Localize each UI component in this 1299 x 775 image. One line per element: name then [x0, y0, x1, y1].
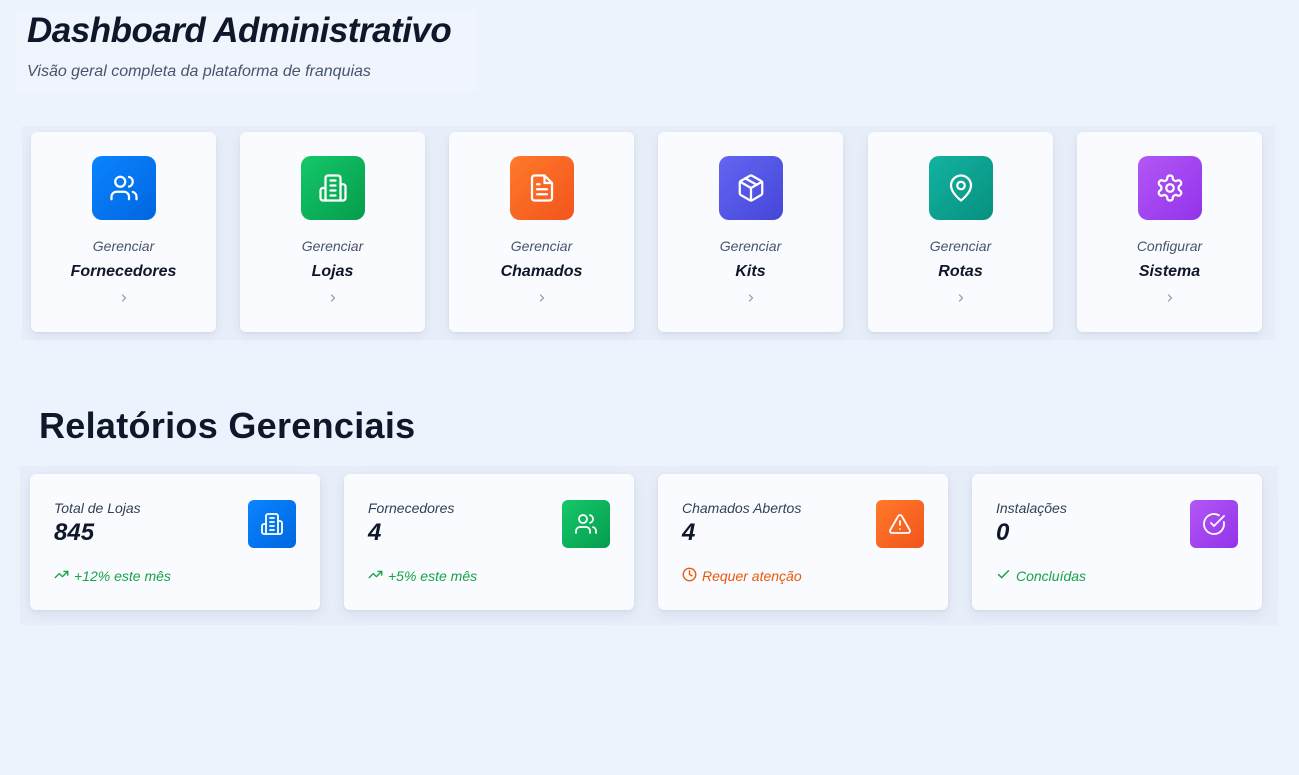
- clock-icon: [682, 567, 697, 585]
- configure-system-card[interactable]: Configurar Sistema: [1077, 132, 1262, 332]
- chevron-right-icon: [868, 291, 1053, 305]
- stat-value: 845: [54, 519, 95, 546]
- stat-label: Fornecedores: [368, 500, 455, 516]
- map-pin-icon: [928, 156, 993, 220]
- alert-triangle-icon: [876, 500, 924, 548]
- stat-status: Requer atenção: [682, 567, 802, 585]
- suppliers-stat-card: Fornecedores 4 +5% este mês: [344, 474, 634, 610]
- action-target: Chamados: [500, 263, 583, 280]
- settings-icon: [1137, 156, 1202, 220]
- action-verb: Configurar: [1136, 238, 1203, 254]
- chevron-right-icon: [449, 291, 634, 305]
- page-title: Dashboard Administrativo: [27, 11, 452, 50]
- stat-value: 4: [368, 519, 382, 546]
- action-target: Sistema: [1138, 263, 1201, 280]
- action-verb: Gerenciar: [510, 238, 573, 254]
- trending-up-icon: [368, 567, 383, 585]
- users-icon: [562, 500, 610, 548]
- stat-label: Total de Lojas: [54, 500, 141, 516]
- action-verb: Gerenciar: [719, 238, 782, 254]
- action-target: Kits: [735, 263, 766, 280]
- installations-stat-card: Instalações 0 Concluídas: [972, 474, 1262, 610]
- stat-status-text: Requer atenção: [702, 568, 802, 584]
- action-target: Lojas: [311, 263, 354, 280]
- action-verb: Gerenciar: [929, 238, 992, 254]
- building-icon: [300, 156, 365, 220]
- stat-value: 4: [682, 519, 696, 546]
- manage-routes-card[interactable]: Gerenciar Rotas: [868, 132, 1053, 332]
- stat-value: 0: [996, 519, 1010, 546]
- trending-up-icon: [54, 567, 69, 585]
- manage-tickets-card[interactable]: Gerenciar Chamados: [449, 132, 634, 332]
- chevron-right-icon: [658, 291, 843, 305]
- users-icon: [91, 156, 156, 220]
- total-stores-stat-card: Total de Lojas 845 +12% este mês: [30, 474, 320, 610]
- action-target: Fornecedores: [70, 263, 177, 280]
- file-text-icon: [509, 156, 574, 220]
- manage-suppliers-card[interactable]: Gerenciar Fornecedores: [31, 132, 216, 332]
- chevron-right-icon: [1077, 291, 1262, 305]
- page-header: Dashboard Administrativo Visão geral com…: [15, 10, 477, 92]
- check-icon: [996, 567, 1011, 585]
- stat-trend: +12% este mês: [54, 567, 171, 585]
- action-target: Rotas: [938, 263, 983, 280]
- check-circle-icon: [1190, 500, 1238, 548]
- chevron-right-icon: [240, 291, 425, 305]
- stat-status: Concluídas: [996, 567, 1086, 585]
- chevron-right-icon: [31, 291, 216, 305]
- reports-section-title: Relatórios Gerenciais: [39, 405, 416, 446]
- page-subtitle: Visão geral completa da plataforma de fr…: [27, 63, 371, 80]
- stat-label: Chamados Abertos: [682, 500, 802, 516]
- package-icon: [718, 156, 783, 220]
- stat-label: Instalações: [996, 500, 1067, 516]
- stat-status-text: Concluídas: [1016, 568, 1087, 584]
- open-tickets-stat-card: Chamados Abertos 4 Requer atenção: [658, 474, 948, 610]
- action-verb: Gerenciar: [301, 238, 364, 254]
- building-icon: [248, 500, 296, 548]
- stat-trend-text: +12% este mês: [74, 568, 171, 584]
- stat-trend-text: +5% este mês: [388, 568, 478, 584]
- manage-stores-card[interactable]: Gerenciar Lojas: [240, 132, 425, 332]
- stat-trend: +5% este mês: [368, 567, 477, 585]
- manage-kits-card[interactable]: Gerenciar Kits: [658, 132, 843, 332]
- action-verb: Gerenciar: [92, 238, 155, 254]
